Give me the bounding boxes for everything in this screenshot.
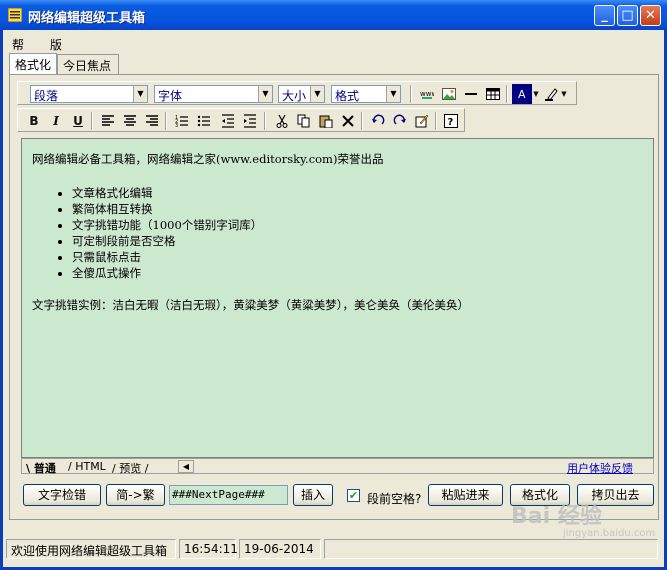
status-bar: 欢迎使用网络编辑超级工具箱 16:54:11 19-06-2014 <box>3 537 664 561</box>
format-select[interactable]: 格式 ▼ <box>331 85 401 103</box>
size-select[interactable]: 大小 ▼ <box>278 85 325 103</box>
indent-label: 段前空格? <box>367 492 422 506</box>
window-title: 网络编辑超级工具箱 <box>28 11 146 26</box>
feedback-link[interactable]: 用户体验反馈 <box>567 460 633 476</box>
tab-html[interactable]: / HTML <box>68 460 106 473</box>
separator <box>361 112 363 130</box>
font-select-value: 字体 <box>158 89 183 103</box>
tab-normal[interactable]: \ 普通 <box>26 460 56 476</box>
title-bar[interactable]: 网络编辑超级工具箱 _ □ ✕ <box>0 0 667 30</box>
separator <box>264 112 266 130</box>
chevron-down-icon: ▼ <box>258 86 272 102</box>
tab-html-label: HTML <box>75 460 106 473</box>
delete-icon[interactable] <box>338 111 358 131</box>
align-right-icon[interactable] <box>142 111 162 131</box>
separator <box>91 112 93 130</box>
paragraph-select-value: 段落 <box>34 89 59 103</box>
insert-button[interactable]: 插入 <box>293 484 333 506</box>
minimize-button[interactable]: _ <box>594 5 615 26</box>
separator <box>410 85 412 103</box>
align-center-icon[interactable] <box>120 111 140 131</box>
toolbar-top: 段落 ▼ 字体 ▼ 大小 ▼ 格式 ▼ www A <box>17 81 577 105</box>
editor-example-line: 文字挑错实例：洁白无暇（洁白无瑕），黄粱美梦（黄粱美梦），美仑美奂（美伦美奂） <box>32 298 469 312</box>
underline-button[interactable]: U <box>68 111 88 131</box>
convert-button[interactable]: 简->繁 <box>106 484 165 506</box>
chevron-down-icon[interactable]: ▼ <box>532 84 540 104</box>
separator <box>165 112 167 130</box>
bold-button[interactable]: B <box>24 111 44 131</box>
status-empty-panel <box>324 539 658 559</box>
format-select-value: 格式 <box>335 89 360 103</box>
view-tabs: \ 普通 / HTML / 预览 / ◀ 用户体验反馈 <box>21 458 654 476</box>
separator <box>506 85 508 103</box>
image-icon[interactable] <box>439 84 459 104</box>
size-select-value: 大小 <box>282 89 307 103</box>
help-icon[interactable]: ? <box>441 111 461 131</box>
chevron-down-icon: ▼ <box>133 86 147 102</box>
svg-text:A: A <box>518 88 526 101</box>
align-left-icon[interactable] <box>98 111 118 131</box>
spellcheck-button[interactable]: 文字检错 <box>23 484 101 506</box>
svg-text:www: www <box>420 90 434 98</box>
status-time: 16:54:11 <box>179 539 238 559</box>
list-item: 繁简体相互转换 <box>72 201 643 217</box>
edit-note-icon[interactable] <box>412 111 432 131</box>
list-item: 可定制段前是否空格 <box>72 233 643 249</box>
numbered-list-icon[interactable]: 123 <box>172 111 192 131</box>
tab-preview[interactable]: / 预览 / <box>112 460 148 476</box>
svg-text:?: ? <box>448 117 454 128</box>
tab-normal-label: 普通 <box>33 462 56 475</box>
chevron-down-icon: ▼ <box>310 86 324 102</box>
status-message: 欢迎使用网络编辑超级工具箱 <box>6 539 176 559</box>
paste-in-button[interactable]: 粘贴进来 <box>428 484 503 506</box>
chevron-down-icon: ▼ <box>386 86 400 102</box>
indent-checkbox[interactable]: ✔ <box>347 489 360 502</box>
paste-icon[interactable] <box>316 111 336 131</box>
tab-preview-label: 预览 <box>119 462 142 475</box>
tab-today-focus[interactable]: 今日焦点 <box>57 54 119 74</box>
italic-button[interactable]: I <box>46 111 66 131</box>
maximize-button[interactable]: □ <box>617 5 638 26</box>
status-date: 19-06-2014 <box>239 539 321 559</box>
scroll-left-button[interactable]: ◀ <box>178 460 194 473</box>
nextpage-input[interactable]: ###NextPage### <box>169 485 288 505</box>
watermark-text: Bai 经验 <box>511 504 602 529</box>
list-item: 文字挑错功能（1000个错别字词库） <box>72 217 643 233</box>
close-button[interactable]: ✕ <box>640 5 661 26</box>
separator <box>435 112 437 130</box>
cut-icon[interactable] <box>272 111 292 131</box>
indent-icon[interactable] <box>240 111 260 131</box>
list-item: 全傻瓜式操作 <box>72 265 643 281</box>
editor-area[interactable]: 网络编辑必备工具箱，网络编辑之家(www.editorsky.com)荣誉出品 … <box>21 138 654 458</box>
redo-icon[interactable] <box>390 111 410 131</box>
horizontal-rule-icon[interactable] <box>461 84 481 104</box>
outdent-icon[interactable] <box>218 111 238 131</box>
copy-icon[interactable] <box>294 111 314 131</box>
feature-list: 文章格式化编辑 繁简体相互转换 文字挑错功能（1000个错别字词库） 可定制段前… <box>32 185 643 281</box>
baidu-watermark: Bai 经验 jingyan.baidu.com <box>511 498 655 539</box>
editor-intro-line: 网络编辑必备工具箱，网络编辑之家(www.editorsky.com)荣誉出品 <box>32 152 384 166</box>
app-window: 网络编辑超级工具箱 _ □ ✕ 帮助 版权 格式化 今日焦点 段落 ▼ 字体 ▼… <box>0 0 667 570</box>
link-icon[interactable]: www <box>417 84 437 104</box>
list-item: 文章格式化编辑 <box>72 185 643 201</box>
font-color-icon[interactable]: A <box>512 84 532 104</box>
table-icon[interactable] <box>483 84 503 104</box>
paragraph-select[interactable]: 段落 ▼ <box>30 85 148 103</box>
app-icon <box>8 8 22 22</box>
undo-icon[interactable] <box>368 111 388 131</box>
font-select[interactable]: 字体 ▼ <box>154 85 273 103</box>
highlight-pen-icon[interactable] <box>542 84 562 104</box>
bulleted-list-icon[interactable] <box>194 111 214 131</box>
chevron-down-icon[interactable]: ▼ <box>560 84 568 104</box>
svg-text:3: 3 <box>175 123 178 128</box>
list-item: 只需鼠标点击 <box>72 249 643 265</box>
toolbar-bottom: B I U 123 ? <box>17 108 465 132</box>
tab-format[interactable]: 格式化 <box>9 53 57 75</box>
